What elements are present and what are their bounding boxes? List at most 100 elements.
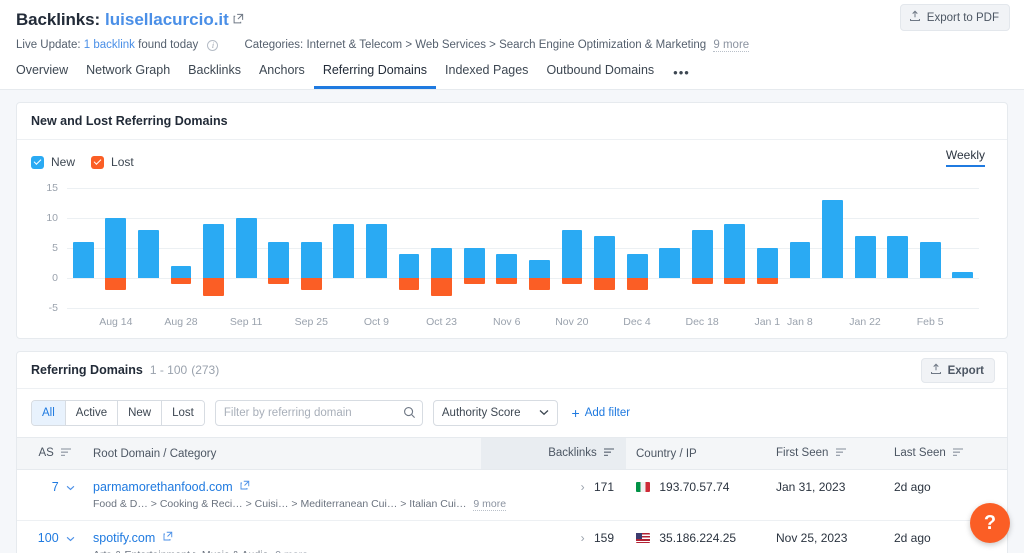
legend-label-new: New bbox=[51, 155, 76, 169]
chart-bar-group[interactable] bbox=[458, 188, 491, 308]
chart-title: New and Lost Referring Domains bbox=[31, 114, 228, 128]
chart-bar-group[interactable] bbox=[393, 188, 426, 308]
chart-bar-group[interactable] bbox=[262, 188, 295, 308]
chart-bar-group[interactable] bbox=[686, 188, 719, 308]
checkbox-new[interactable] bbox=[31, 155, 44, 169]
filter-active[interactable]: Active bbox=[65, 401, 119, 425]
chart-bar-group[interactable] bbox=[556, 188, 589, 308]
chart-bar-group[interactable] bbox=[816, 188, 849, 308]
add-filter-label: Add filter bbox=[584, 407, 631, 419]
chart-bar-group[interactable] bbox=[653, 188, 686, 308]
live-update-count-link[interactable]: 1 backlink bbox=[84, 39, 135, 51]
chart-bar-group[interactable] bbox=[881, 188, 914, 308]
legend-item-new[interactable]: New bbox=[31, 155, 75, 169]
domain-link[interactable]: parmamorethanfood.com bbox=[93, 480, 233, 494]
column-header-country-ip[interactable]: Country / IP bbox=[626, 437, 766, 470]
chart-bar-new bbox=[366, 224, 387, 278]
domain-link[interactable]: spotify.com bbox=[93, 531, 155, 545]
chart-bar-group[interactable] bbox=[360, 188, 393, 308]
chart-bar-group[interactable] bbox=[719, 188, 752, 308]
chart-bar-group[interactable] bbox=[947, 188, 980, 308]
chart-bar-group[interactable] bbox=[621, 188, 654, 308]
chart-bar-group[interactable] bbox=[328, 188, 361, 308]
filter-new[interactable]: New bbox=[118, 401, 163, 425]
tab-referring-domains[interactable]: Referring Domains bbox=[313, 63, 437, 89]
chart-bar-group[interactable] bbox=[849, 188, 882, 308]
chevron-down-icon[interactable] bbox=[66, 531, 75, 545]
tab-indexed-pages[interactable]: Indexed Pages bbox=[436, 63, 537, 89]
export-button[interactable]: Export bbox=[920, 358, 995, 383]
category-more-link[interactable]: 9 more bbox=[275, 549, 308, 553]
chart-bar-group[interactable] bbox=[100, 188, 133, 308]
filter-lost[interactable]: Lost bbox=[162, 401, 204, 425]
upload-icon bbox=[909, 10, 921, 25]
chart-bar-lost bbox=[757, 278, 778, 284]
table-row[interactable]: 7 parmamorethanfood.com Food & D… > Cook… bbox=[17, 469, 1007, 521]
more-tabs-icon[interactable]: ••• bbox=[663, 65, 698, 89]
column-header-root-domain[interactable]: Root Domain / Category bbox=[83, 437, 481, 470]
tab-outbound-domains[interactable]: Outbound Domains bbox=[537, 63, 663, 89]
table-row[interactable]: 100 spotify.com Arts & Entertainment > M… bbox=[17, 520, 1007, 553]
column-header-as[interactable]: AS bbox=[17, 437, 83, 470]
authority-score-value[interactable]: 100 bbox=[38, 531, 59, 545]
chart-bar-group[interactable] bbox=[230, 188, 263, 308]
page-title-domain[interactable]: luisellacurcio.it bbox=[105, 10, 229, 30]
chart-bar-group[interactable] bbox=[523, 188, 556, 308]
chart-bar-group[interactable] bbox=[197, 188, 230, 308]
category-more-link[interactable]: 9 more bbox=[473, 498, 507, 511]
cell-first-seen: Nov 25, 2023 bbox=[766, 520, 884, 553]
legend-item-lost[interactable]: Lost bbox=[91, 155, 134, 169]
column-header-backlinks[interactable]: Backlinks bbox=[481, 437, 626, 470]
cell-authority-score[interactable]: 7 bbox=[17, 469, 83, 521]
upload-icon bbox=[930, 363, 942, 378]
chart-bar-group[interactable] bbox=[914, 188, 947, 308]
y-axis-tick-label: 5 bbox=[52, 242, 58, 254]
cell-authority-score[interactable]: 100 bbox=[17, 520, 83, 553]
tab-backlinks[interactable]: Backlinks bbox=[179, 63, 250, 89]
x-axis-tick-label: Feb 5 bbox=[916, 316, 944, 328]
chart-bar-group[interactable] bbox=[491, 188, 524, 308]
chevron-down-icon[interactable] bbox=[66, 480, 75, 494]
authority-score-select[interactable]: Authority Score bbox=[432, 400, 558, 426]
chart-bar-group[interactable] bbox=[425, 188, 458, 308]
chart-plot-area: 15 10 5 0 -5 bbox=[46, 182, 980, 314]
column-label: AS bbox=[38, 447, 54, 459]
info-icon[interactable]: i bbox=[207, 40, 219, 51]
external-link-icon[interactable] bbox=[163, 530, 173, 544]
chart-bar-group[interactable] bbox=[751, 188, 784, 308]
tab-anchors[interactable]: Anchors bbox=[250, 63, 314, 89]
chart-bar-group[interactable] bbox=[295, 188, 328, 308]
tab-network-graph[interactable]: Network Graph bbox=[77, 63, 179, 89]
authority-score-value[interactable]: 7 bbox=[52, 480, 59, 494]
expand-icon[interactable]: › bbox=[581, 480, 585, 494]
chart-bar-group[interactable] bbox=[784, 188, 817, 308]
tab-label: Overview bbox=[16, 63, 69, 77]
chart-bar-new bbox=[496, 254, 518, 278]
chart-bar-group[interactable] bbox=[67, 188, 100, 308]
period-selector-weekly[interactable]: Weekly bbox=[945, 148, 985, 167]
external-link-icon[interactable] bbox=[240, 479, 250, 493]
export-to-pdf-button[interactable]: Export to PDF bbox=[899, 4, 1010, 31]
table-header-row: AS Root Domain / Category Backlinks Coun… bbox=[17, 437, 1007, 470]
help-button[interactable]: ? bbox=[970, 503, 1010, 543]
filter-all[interactable]: All bbox=[32, 401, 66, 425]
column-header-last-seen[interactable]: Last Seen bbox=[884, 437, 1007, 470]
tab-overview[interactable]: Overview bbox=[16, 63, 77, 89]
search-icon[interactable] bbox=[403, 406, 416, 424]
chart-bar-group[interactable] bbox=[132, 188, 165, 308]
cell-root-domain: parmamorethanfood.com Food & D… > Cookin… bbox=[83, 469, 507, 521]
column-header-first-seen[interactable]: First Seen bbox=[766, 437, 884, 470]
tab-label: Outbound Domains bbox=[546, 63, 655, 77]
expand-icon[interactable]: › bbox=[581, 531, 585, 545]
categories-more-link[interactable]: 9 more bbox=[713, 39, 750, 52]
chart-bar-group[interactable] bbox=[165, 188, 198, 308]
add-filter-button[interactable]: + Add filter bbox=[572, 406, 631, 420]
chart-bar-lost bbox=[268, 278, 290, 284]
filter-bar: All Active New Lost Authority Score + Ad… bbox=[17, 389, 1007, 437]
chart-bar-new bbox=[854, 236, 876, 278]
checkbox-lost[interactable] bbox=[91, 155, 105, 169]
chart-card-header: New and Lost Referring Domains bbox=[17, 103, 1007, 140]
chart-bar-group[interactable] bbox=[588, 188, 621, 308]
search-input[interactable] bbox=[214, 400, 423, 426]
external-link-icon[interactable] bbox=[233, 11, 244, 29]
